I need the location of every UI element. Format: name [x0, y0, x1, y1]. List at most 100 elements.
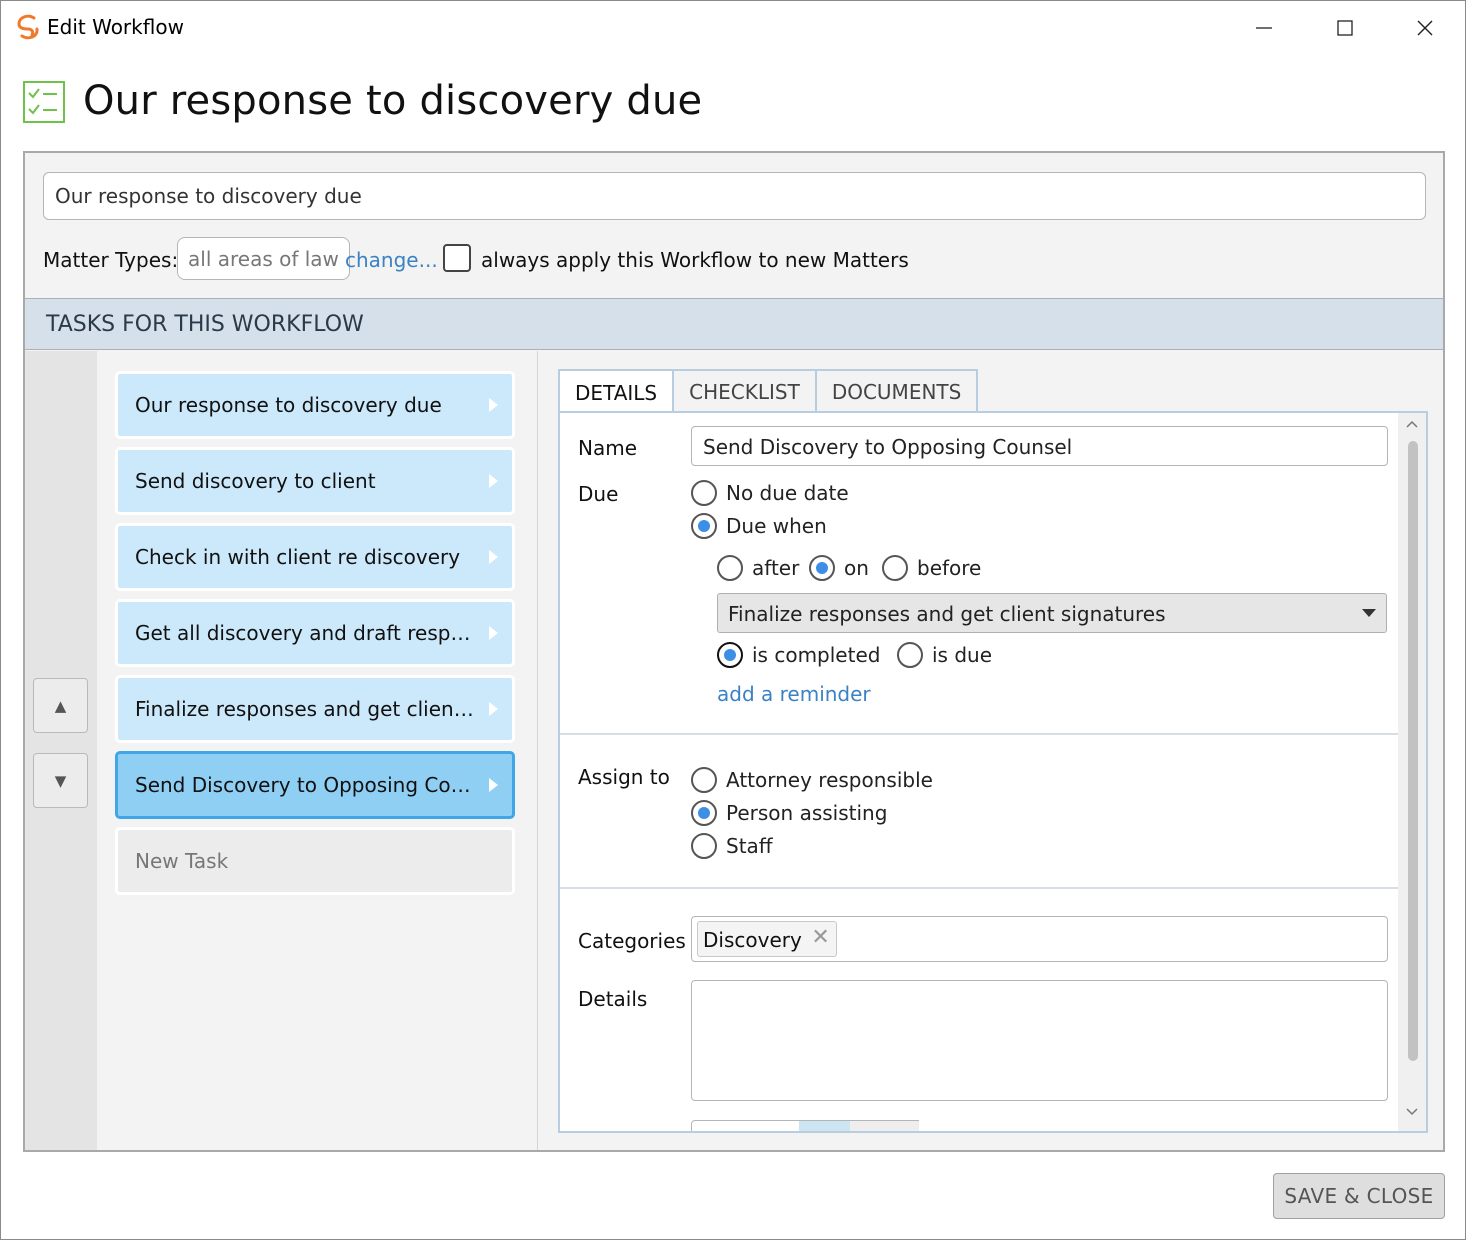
radio-button [691, 833, 717, 859]
window-title: Edit Workflow [47, 15, 184, 39]
radio-button-selected [691, 800, 717, 826]
move-up-button[interactable]: ▲ [33, 678, 88, 733]
task-item-label: Finalize responses and get client signat… [135, 697, 480, 721]
section-divider [560, 733, 1400, 735]
new-task-label: New Task [135, 849, 229, 873]
task-item-selected[interactable]: Send Discovery to Opposing Counsel [115, 751, 515, 819]
minimize-icon [1256, 27, 1272, 29]
due-option-none[interactable]: No due date [691, 480, 849, 506]
due-option-when[interactable]: Due when [691, 513, 827, 539]
toolbar-partial-segment [799, 1120, 850, 1131]
assign-option-label: Attorney responsible [726, 768, 933, 792]
category-chip: Discovery ✕ [697, 921, 837, 957]
relation-after[interactable]: after [717, 555, 799, 581]
tab-documents[interactable]: DOCUMENTS [814, 369, 979, 413]
details-textarea[interactable] [691, 980, 1388, 1101]
radio-button [717, 555, 743, 581]
task-name-input[interactable]: Send Discovery to Opposing Counsel [691, 426, 1388, 466]
radio-button [691, 767, 717, 793]
tab-details[interactable]: DETAILS [558, 369, 675, 415]
vertical-scrollbar[interactable] [1398, 413, 1426, 1131]
close-button[interactable] [1402, 11, 1448, 45]
related-task-select[interactable]: Finalize responses and get client signat… [717, 593, 1387, 633]
related-task-value: Finalize responses and get client signat… [728, 602, 1166, 626]
assign-to-label: Assign to [578, 765, 670, 789]
radio-button [691, 480, 717, 506]
chevron-right-icon [489, 702, 498, 716]
trigger-completed[interactable]: is completed [717, 642, 880, 668]
task-detail-pane: DETAILS CHECKLIST DOCUMENTS Name Send Di… [537, 351, 1443, 1150]
always-apply-checkbox[interactable] [443, 244, 471, 272]
radio-button-selected [809, 555, 835, 581]
maximize-button[interactable] [1322, 11, 1368, 45]
details-form: Name Send Discovery to Opposing Counsel … [558, 411, 1428, 1133]
checklist-icon [23, 81, 65, 123]
categories-label: Categories [578, 929, 686, 953]
matter-types-label: Matter Types: [43, 248, 179, 272]
section-divider [560, 887, 1400, 889]
assign-option-label: Staff [726, 834, 773, 858]
trigger-due[interactable]: is due [897, 642, 992, 668]
task-list: Our response to discovery due Send disco… [97, 351, 537, 1150]
task-item[interactable]: Our response to discovery due [115, 371, 515, 439]
matter-types-value: all areas of law [177, 237, 350, 280]
sync-logo-icon [17, 14, 39, 40]
due-label: Due [578, 482, 619, 506]
task-item-label: Send discovery to client [135, 469, 376, 493]
triangle-down-icon: ▼ [54, 771, 67, 790]
save-close-button[interactable]: SAVE & CLOSE [1273, 1173, 1445, 1219]
due-option-label: No due date [726, 481, 849, 505]
workflow-name-input[interactable]: Our response to discovery due [43, 172, 1426, 220]
tasks-section-header: TASKS FOR THIS WORKFLOW [25, 298, 1443, 350]
relation-label: before [917, 556, 982, 580]
relation-label: on [844, 556, 869, 580]
minimize-button[interactable] [1241, 11, 1287, 45]
relation-label: after [752, 556, 800, 580]
assign-person-assisting[interactable]: Person assisting [691, 800, 887, 826]
chevron-right-icon [489, 778, 498, 792]
relation-before[interactable]: before [882, 555, 981, 581]
add-reminder-link[interactable]: add a reminder [717, 682, 871, 706]
close-icon [1417, 20, 1433, 36]
task-item[interactable]: Finalize responses and get client signat… [115, 675, 515, 743]
task-item-label: Get all discovery and draft responses [135, 621, 480, 645]
task-item[interactable]: Check in with client re discovery [115, 523, 515, 591]
radio-button [882, 555, 908, 581]
scrollbar-thumb[interactable] [1408, 441, 1418, 1061]
maximize-icon [1337, 20, 1353, 36]
toolbar-partial-segment [850, 1120, 919, 1131]
new-task-item[interactable]: New Task [115, 827, 515, 895]
always-apply-label: always apply this Workflow to new Matter… [481, 248, 909, 272]
detail-tabs: DETAILS CHECKLIST DOCUMENTS [558, 369, 979, 415]
task-item[interactable]: Get all discovery and draft responses [115, 599, 515, 667]
assign-staff[interactable]: Staff [691, 833, 773, 859]
edit-workflow-window: Edit Workflow Our response to discovery … [0, 0, 1466, 1240]
title-bar: Edit Workflow [1, 1, 1465, 55]
task-item-label: Check in with client re discovery [135, 545, 461, 569]
radio-button-selected [691, 513, 717, 539]
chevron-right-icon [489, 550, 498, 564]
task-item[interactable]: Send discovery to client [115, 447, 515, 515]
workflow-panel: Our response to discovery due Matter Typ… [23, 151, 1445, 1152]
scroll-down-icon[interactable] [1405, 1107, 1419, 1117]
change-matter-types-link[interactable]: change... [345, 248, 438, 272]
move-down-button[interactable]: ▼ [33, 753, 88, 808]
relation-on[interactable]: on [809, 555, 869, 581]
assign-attorney[interactable]: Attorney responsible [691, 767, 933, 793]
due-option-label: Due when [726, 514, 827, 538]
radio-button-selected [717, 642, 743, 668]
chevron-down-icon [1362, 609, 1376, 617]
radio-button [897, 642, 923, 668]
reorder-strip: ▲ ▼ [25, 351, 97, 1150]
chevron-right-icon [489, 398, 498, 412]
trigger-label: is completed [752, 643, 881, 667]
categories-field[interactable]: Discovery ✕ [691, 916, 1388, 962]
triangle-up-icon: ▲ [54, 696, 67, 715]
tab-checklist[interactable]: CHECKLIST [672, 369, 817, 413]
remove-icon[interactable]: ✕ [811, 925, 829, 950]
task-item-label: Our response to discovery due [135, 393, 442, 417]
page-title: Our response to discovery due [83, 78, 703, 124]
chevron-right-icon [489, 626, 498, 640]
scroll-up-icon[interactable] [1405, 419, 1419, 429]
category-chip-label: Discovery [703, 928, 802, 952]
